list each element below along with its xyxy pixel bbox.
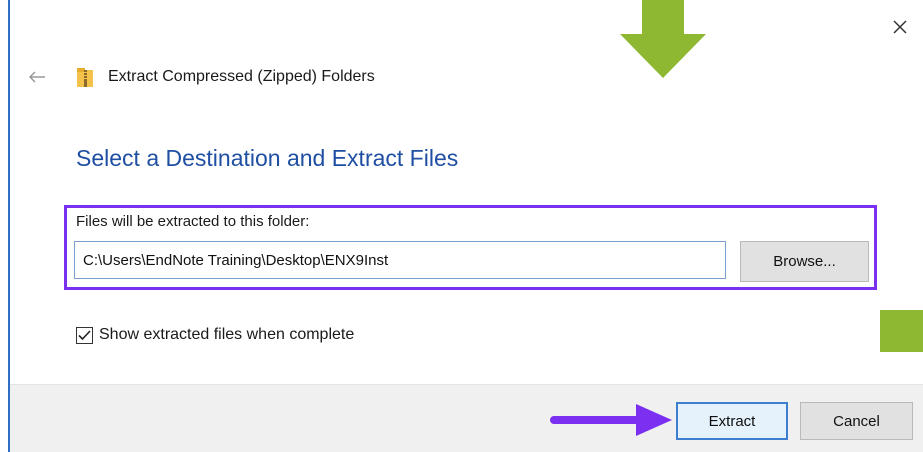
destination-path-input[interactable] xyxy=(74,241,726,279)
close-icon xyxy=(893,20,907,34)
green-arrow-down-icon xyxy=(620,0,706,78)
window-title: Extract Compressed (Zipped) Folders xyxy=(108,68,375,85)
window-left-border xyxy=(0,0,10,452)
back-arrow-icon xyxy=(28,71,45,83)
back-button[interactable] xyxy=(26,66,48,88)
show-files-label: Show extracted files when complete xyxy=(99,326,355,343)
show-files-row[interactable]: Show extracted files when complete xyxy=(76,326,354,344)
browse-button[interactable]: Browse... xyxy=(740,241,869,282)
show-files-checkbox[interactable] xyxy=(76,326,93,344)
close-button[interactable] xyxy=(887,14,913,40)
zip-folder-icon xyxy=(77,68,93,87)
page-heading: Select a Destination and Extract Files xyxy=(76,145,459,171)
cancel-button[interactable]: Cancel xyxy=(800,402,913,440)
green-marker xyxy=(880,310,923,352)
extract-dialog: Extract Compressed (Zipped) Folders Sele… xyxy=(0,0,923,452)
checkmark-icon xyxy=(78,329,91,340)
extract-button[interactable]: Extract xyxy=(676,402,788,440)
destination-label: Files will be extracted to this folder: xyxy=(76,213,310,230)
purple-arrow-right-icon xyxy=(550,404,672,436)
